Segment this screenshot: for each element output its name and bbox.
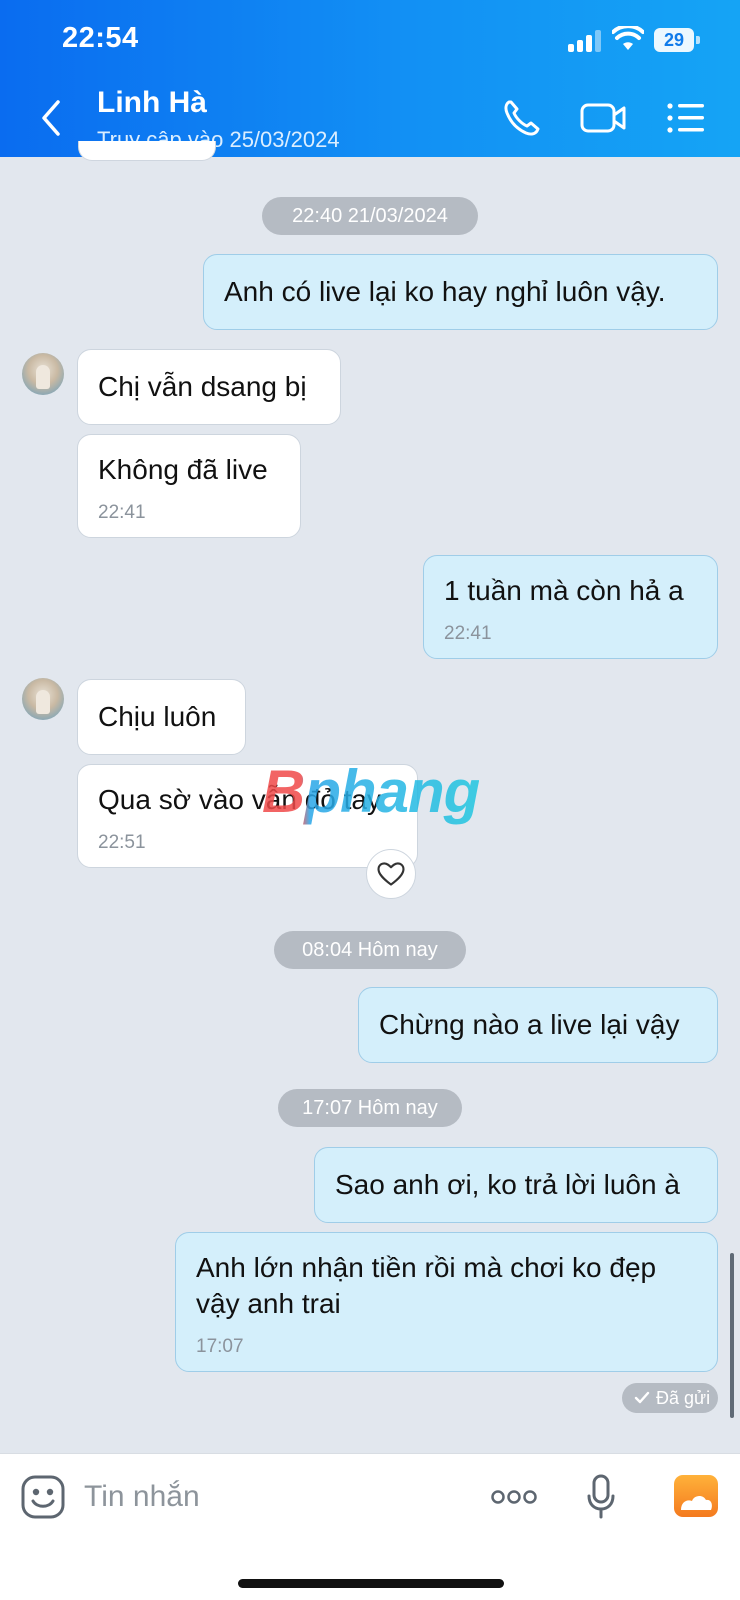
check-icon: [634, 1391, 650, 1404]
message-outgoing[interactable]: Sao anh ơi, ko trả lời luôn à: [314, 1147, 718, 1223]
contact-avatar[interactable]: [22, 353, 64, 395]
sticker-icon[interactable]: [20, 1474, 66, 1520]
composer-bar: [0, 1453, 740, 1600]
heart-react-icon[interactable]: [366, 849, 416, 899]
message-incoming[interactable]: Chịu luôn: [77, 679, 246, 755]
message-text: Sao anh ơi, ko trả lời luôn à: [335, 1169, 680, 1200]
sent-status-badge: Đã gửi: [622, 1383, 718, 1413]
video-call-icon[interactable]: [580, 96, 626, 140]
message-outgoing[interactable]: Chừng nào a live lại vậy: [358, 987, 718, 1063]
gallery-icon[interactable]: [673, 1474, 719, 1518]
message-list[interactable]: 22:40 21/03/2024 Anh có live lại ko hay …: [0, 141, 740, 1453]
microphone-icon[interactable]: [586, 1474, 616, 1520]
back-icon[interactable]: [36, 98, 66, 138]
time-divider: 22:40 21/03/2024: [262, 197, 478, 235]
phone-icon[interactable]: [500, 96, 540, 140]
message-text: 1 tuần mà còn hả a: [444, 575, 684, 606]
message-text: Chịu luôn: [98, 701, 217, 732]
message-time: 17:07: [196, 1336, 244, 1357]
message-text: Chị vẫn dsang bị: [98, 371, 307, 402]
status-time: 22:54: [62, 22, 139, 54]
chat-header: 22:54 29 Linh Hà Truy cập vào 25/03/2024: [0, 0, 740, 157]
contact-avatar[interactable]: [22, 678, 64, 720]
contact-name[interactable]: Linh Hà: [97, 86, 207, 120]
message-text: Anh có live lại ko hay nghỉ luôn vậy.: [224, 276, 666, 307]
message-input[interactable]: [84, 1474, 464, 1520]
message-outgoing[interactable]: Anh có live lại ko hay nghỉ luôn vậy.: [203, 254, 718, 330]
cellular-signal-icon: [568, 30, 604, 52]
home-indicator: [238, 1579, 504, 1588]
message-time: 22:41: [98, 502, 146, 523]
menu-list-icon[interactable]: [666, 96, 706, 140]
sent-status-text: Đã gửi: [656, 1388, 711, 1408]
message-outgoing[interactable]: Anh lớn nhận tiền rồi mà chơi ko đẹp vậy…: [175, 1232, 718, 1372]
message-outgoing[interactable]: 1 tuần mà còn hả a 22:41: [423, 555, 718, 659]
scrollbar[interactable]: [730, 1253, 734, 1418]
battery-icon: 29: [654, 28, 700, 52]
battery-level: 29: [654, 28, 694, 52]
clipped-message-bubble: [78, 141, 216, 161]
message-text: Chừng nào a live lại vậy: [379, 1009, 680, 1040]
message-incoming[interactable]: Không đã live 22:41: [77, 434, 301, 538]
wifi-icon: [612, 26, 644, 50]
time-divider: 08:04 Hôm nay: [274, 931, 466, 969]
message-time: 22:51: [98, 832, 146, 853]
message-incoming[interactable]: Chị vẫn dsang bị: [77, 349, 341, 425]
message-text: Không đã live: [98, 454, 268, 485]
message-text-line: Anh lớn nhận tiền rồi mà chơi ko đẹp: [196, 1252, 657, 1283]
more-options-icon[interactable]: [490, 1484, 538, 1510]
message-time: 22:41: [444, 623, 492, 644]
message-text-line: vậy anh trai: [196, 1288, 341, 1319]
watermark: Bphang: [262, 758, 480, 825]
time-divider: 17:07 Hôm nay: [278, 1089, 462, 1127]
